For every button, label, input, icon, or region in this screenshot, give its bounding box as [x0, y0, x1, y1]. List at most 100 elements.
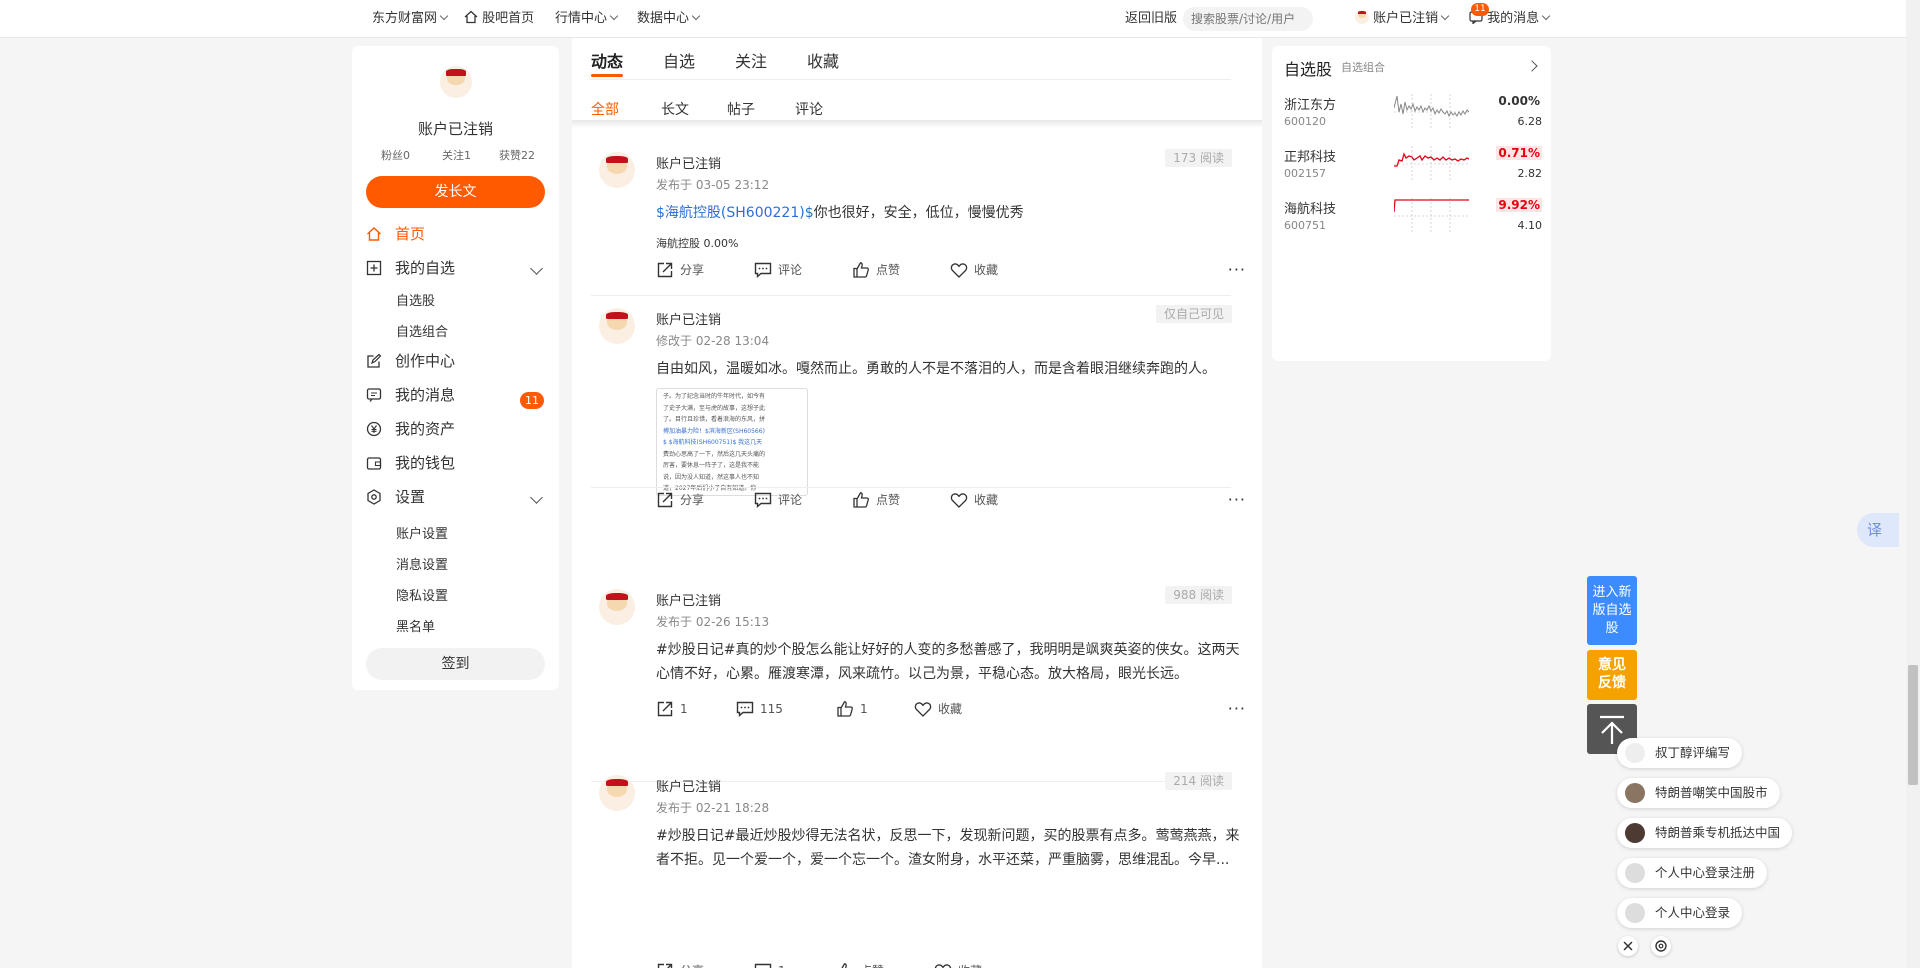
- chevron-down-icon[interactable]: [530, 262, 543, 275]
- suggestion-settings-button[interactable]: [1651, 936, 1671, 956]
- edit-icon: [367, 353, 382, 368]
- news-suggestion[interactable]: 特朗普嘲笑中国股市: [1617, 778, 1780, 808]
- sidebar-item-message-settings[interactable]: 消息设置: [396, 554, 448, 573]
- news-suggestion[interactable]: 特朗普乘专机抵达中国: [1617, 818, 1793, 848]
- tab-favorites[interactable]: 收藏: [807, 48, 839, 72]
- search-input[interactable]: [1183, 7, 1313, 31]
- account-menu[interactable]: 账户已注销: [1355, 0, 1450, 38]
- tab-watchlist[interactable]: 自选: [663, 48, 695, 72]
- stock-name: 正邦科技: [1284, 150, 1337, 165]
- profile-avatar[interactable]: [440, 66, 472, 98]
- share-count: 1: [680, 702, 688, 716]
- subtab-articles[interactable]: 长文: [661, 99, 689, 119]
- news-title: 叔丁醇评编写: [1655, 745, 1731, 760]
- read-count-badge: 988 阅读: [1165, 586, 1232, 604]
- data-menu[interactable]: 数据中心: [637, 0, 701, 38]
- sidebar-item-watch-stocks[interactable]: 自选股: [396, 290, 435, 309]
- thumbnail-text-line: 子。为了纪念当时的牛年时代，如今有: [663, 393, 766, 400]
- stock-link[interactable]: $海航控股(SH600221)$: [656, 205, 814, 221]
- news-suggestion[interactable]: 叔丁醇评编写: [1617, 738, 1743, 768]
- sidebar-item-watch-portfolio[interactable]: 自选组合: [396, 321, 448, 340]
- gear-icon: [1655, 940, 1667, 952]
- subtab-posts[interactable]: 帖子: [727, 99, 755, 119]
- news-suggestion[interactable]: 个人中心登录注册: [1617, 858, 1768, 888]
- favorite-label: 收藏: [938, 702, 963, 716]
- author-avatar[interactable]: [599, 589, 635, 625]
- post-image-thumbnail[interactable]: 子。为了纪念当时的牛年时代，如今有 了史子大满，至与虎的故事，这想子此 了。目行…: [656, 388, 808, 496]
- news-suggestion[interactable]: 个人中心登录: [1617, 898, 1743, 928]
- subtab-comments[interactable]: 评论: [795, 99, 823, 119]
- share-label: 分享: [680, 263, 705, 277]
- post-content[interactable]: #炒股日记#最近炒股炒得无法名状，反思一下，发现新问题，买的股票有点多。莺莺燕燕…: [656, 824, 1246, 872]
- stock-code: 002157: [1284, 167, 1326, 180]
- chevron-right-icon[interactable]: [1526, 60, 1538, 72]
- more-icon[interactable]: ···: [1228, 961, 1246, 968]
- more-icon[interactable]: ···: [1228, 260, 1246, 279]
- sidebar-item-label: 我的自选: [395, 259, 456, 277]
- data-menu-label: 数据中心: [637, 11, 690, 26]
- like-label: 点赞: [876, 493, 901, 507]
- old-version-link[interactable]: 返回旧版: [1125, 0, 1177, 38]
- guba-home-link[interactable]: 股吧首页: [464, 0, 534, 38]
- post-content[interactable]: #炒股日记#真的炒个股怎么能让好好的人变的多愁善感了，我明明是飒爽英姿的侠女。这…: [656, 638, 1246, 686]
- subtab-all[interactable]: 全部: [591, 99, 619, 119]
- post-divider: [591, 487, 1231, 488]
- post-actions: 1 115 1 收藏 ···: [656, 699, 1246, 719]
- author-name[interactable]: 账户已注销: [656, 309, 721, 328]
- share-icon: [657, 701, 673, 717]
- post-article-button[interactable]: 发长文: [366, 176, 545, 208]
- message-count-badge: 11: [1471, 3, 1489, 16]
- post-content[interactable]: $海航控股(SH600221)$你也很好，安全，低位，慢慢优秀: [656, 201, 1246, 225]
- sidebar-item-privacy-settings[interactable]: 隐私设置: [396, 585, 448, 604]
- scrollbar-track[interactable]: [1906, 0, 1920, 968]
- author-avatar[interactable]: [599, 152, 635, 188]
- top-navbar: 东方财富网 股吧首页 行情中心 数据中心 返回旧版 账户已注销 我的消息 11: [0, 0, 1920, 38]
- wallet-icon: [366, 457, 382, 470]
- close-suggestions-button[interactable]: [1618, 936, 1638, 956]
- translate-button[interactable]: 译: [1857, 513, 1899, 547]
- post-actions: 分享 评论 点赞 收藏 ···: [656, 260, 1246, 280]
- chevron-down-icon: [609, 11, 619, 21]
- scrollbar-thumb[interactable]: [1908, 665, 1918, 785]
- author-name[interactable]: 账户已注销: [656, 590, 721, 609]
- author-avatar[interactable]: [599, 775, 635, 811]
- watchlist-row[interactable]: 正邦科技 002157 0.71% 2.82: [1284, 146, 1542, 196]
- watchlist-row[interactable]: 浙江东方 600120 0.00% 6.28: [1284, 94, 1542, 144]
- author-name[interactable]: 账户已注销: [656, 153, 721, 172]
- chevron-down-icon: [439, 11, 449, 21]
- news-thumbnail: [1625, 863, 1645, 883]
- stock-name: 海航科技: [1284, 202, 1337, 217]
- post-text-line: 者不拒。见一个爱一个，爱一个忘一个。渣女附身，水平还菜，严重脑雾，思维混乱。今早…: [656, 852, 1230, 868]
- author-name[interactable]: 账户已注销: [656, 776, 721, 795]
- heart-icon: [950, 263, 968, 278]
- tab-following[interactable]: 关注: [735, 48, 767, 72]
- read-count-badge: 214 阅读: [1165, 772, 1232, 790]
- post-text-line: #炒股日记#真的炒个股怎么能让好好的人变的多愁善感了，我明明是飒爽英姿的侠女。这…: [656, 642, 1240, 658]
- chevron-down-icon[interactable]: [530, 491, 543, 504]
- new-watchlist-button[interactable]: 进入新版自选股: [1587, 576, 1637, 645]
- author-avatar[interactable]: [599, 308, 635, 344]
- watchlist-title[interactable]: 自选股: [1284, 56, 1332, 80]
- more-icon[interactable]: ···: [1228, 699, 1246, 718]
- favorite-label: 收藏: [974, 493, 999, 507]
- sidebar-item-account-settings[interactable]: 账户设置: [396, 523, 448, 542]
- sign-in-button[interactable]: 签到: [366, 648, 545, 680]
- post-content[interactable]: 自由如风，温暖如冰。嘎然而止。勇敢的人不是不落泪的人，而是含着眼泪继续奔跑的人。: [656, 357, 1246, 381]
- site-menu[interactable]: 东方财富网: [372, 0, 449, 38]
- post-time: 发布于 02-21 18:28: [656, 801, 770, 815]
- profile-username[interactable]: 账户已注销: [352, 118, 559, 139]
- more-icon[interactable]: ···: [1228, 490, 1246, 509]
- follow-count[interactable]: 关注1: [442, 147, 471, 163]
- tab-activity[interactable]: 动态: [591, 48, 623, 72]
- feedback-button[interactable]: 意见反馈: [1587, 650, 1637, 700]
- watchlist-subtitle[interactable]: 自选组合: [1341, 59, 1385, 75]
- news-thumbnail: [1625, 783, 1645, 803]
- post-card: 账户已注销 发布于 03-05 23:12 173 阅读 $海航控股(SH600…: [572, 140, 1262, 310]
- thumbs-up-icon: [853, 492, 869, 508]
- sidebar-item-blacklist[interactable]: 黑名单: [396, 616, 435, 635]
- market-menu[interactable]: 行情中心: [555, 0, 619, 38]
- comment-count: 1: [778, 961, 786, 968]
- stock-quote-chip[interactable]: 海航控股 0.00%: [656, 235, 739, 251]
- watchlist-row[interactable]: 海航科技 600751 9.92% 4.10: [1284, 198, 1542, 248]
- fans-count[interactable]: 粉丝0: [381, 147, 410, 163]
